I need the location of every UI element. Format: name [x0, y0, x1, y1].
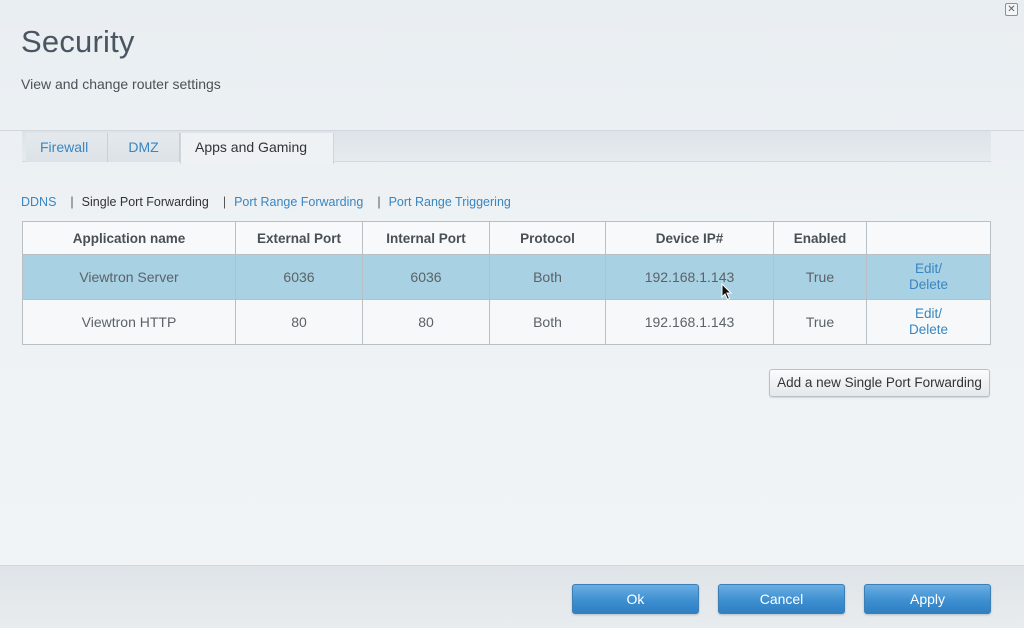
- cancel-button[interactable]: Cancel: [718, 584, 845, 614]
- subnav-ddns[interactable]: DDNS: [21, 195, 56, 209]
- footer-bar: Ok Cancel Apply: [0, 565, 1024, 628]
- cell-internal-port: 6036: [362, 254, 490, 300]
- tab-apps-and-gaming[interactable]: Apps and Gaming: [180, 133, 334, 164]
- cell-internal-port: 80: [362, 299, 490, 345]
- port-forwarding-table: Application name External Port Internal …: [22, 221, 991, 345]
- table-row[interactable]: Viewtron HTTP 80 80 Both 192.168.1.143 T…: [22, 299, 991, 345]
- column-header-internal-port: Internal Port: [362, 221, 490, 255]
- cell-protocol: Both: [489, 254, 606, 300]
- cell-external-port: 6036: [235, 254, 363, 300]
- cell-device-ip: 192.168.1.143: [605, 299, 774, 345]
- cell-application-name: Viewtron HTTP: [22, 299, 236, 345]
- table-row[interactable]: Viewtron Server 6036 6036 Both 192.168.1…: [22, 254, 991, 300]
- cell-enabled: True: [773, 299, 867, 345]
- subnav-separator: |: [70, 195, 74, 209]
- mouse-pointer-icon: [721, 283, 733, 301]
- delete-link[interactable]: Delete: [867, 322, 990, 338]
- column-header-application-name: Application name: [22, 221, 236, 255]
- subnav-single-port-forwarding: Single Port Forwarding: [81, 195, 209, 209]
- apply-button[interactable]: Apply: [864, 584, 991, 614]
- cell-external-port: 80: [235, 299, 363, 345]
- delete-link[interactable]: Delete: [867, 277, 990, 293]
- close-icon[interactable]: ✕: [1005, 3, 1018, 16]
- subnav-port-range-triggering[interactable]: Port Range Triggering: [389, 195, 511, 209]
- cell-actions: Edit/ Delete: [866, 254, 991, 300]
- cell-enabled: True: [773, 254, 867, 300]
- add-single-port-forwarding-button[interactable]: Add a new Single Port Forwarding: [769, 369, 990, 397]
- subnav-port-range-forwarding[interactable]: Port Range Forwarding: [234, 195, 363, 209]
- page-title: Security: [21, 24, 135, 59]
- table-header-row: Application name External Port Internal …: [22, 221, 991, 255]
- page-subtitle: View and change router settings: [21, 76, 221, 92]
- cell-application-name: Viewtron Server: [22, 254, 236, 300]
- cell-actions: Edit/ Delete: [866, 299, 991, 345]
- ok-button[interactable]: Ok: [572, 584, 699, 614]
- subnav-separator: |: [377, 195, 381, 209]
- column-header-enabled: Enabled: [773, 221, 867, 255]
- column-header-actions: [866, 221, 991, 255]
- subnav: DDNS | Single Port Forwarding | Port Range F…: [21, 195, 511, 209]
- tab-bar: Firewall DMZ Apps and Gaming: [22, 131, 991, 164]
- cell-protocol: Both: [489, 299, 606, 345]
- edit-link[interactable]: Edit/: [867, 306, 990, 322]
- column-header-device-ip: Device IP#: [605, 221, 774, 255]
- column-header-protocol: Protocol: [489, 221, 606, 255]
- edit-link[interactable]: Edit/: [867, 261, 990, 277]
- cell-device-ip: 192.168.1.143: [605, 254, 774, 300]
- tab-dmz[interactable]: DMZ: [108, 133, 180, 162]
- tab-firewall[interactable]: Firewall: [26, 133, 108, 162]
- subnav-separator: |: [222, 195, 227, 209]
- column-header-external-port: External Port: [235, 221, 363, 255]
